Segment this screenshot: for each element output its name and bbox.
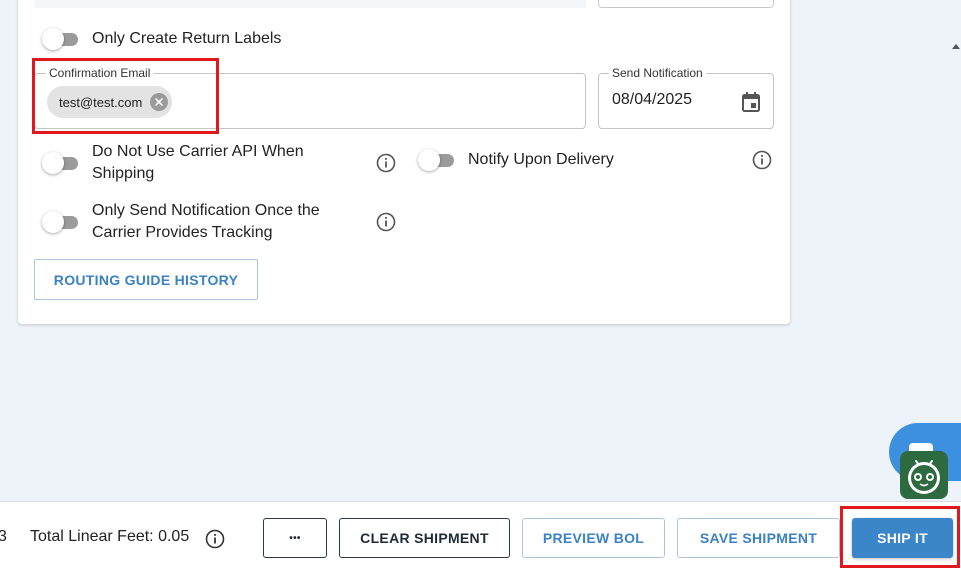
notify-tracking-label: Only Send Notification Once the Carrier … — [92, 202, 320, 241]
send-notification-date: 08/04/2025 — [612, 91, 693, 108]
info-icon[interactable] — [205, 529, 225, 549]
send-notification-label: Send Notification — [609, 66, 706, 80]
notify-tracking-toggle[interactable] — [42, 211, 80, 233]
footer-edge-text: 3 — [0, 528, 7, 545]
return-labels-toggle[interactable] — [42, 28, 80, 50]
info-icon[interactable] — [376, 212, 396, 232]
footer-bar: 3 Total Linear Feet: 0.05 ••• CLEAR SHIP… — [0, 501, 961, 570]
no-carrier-api-label: Do Not Use Carrier API When Shipping — [92, 143, 304, 182]
upper-field-remnant-right — [598, 0, 774, 8]
highlight-ship-it — [840, 506, 960, 568]
total-linear-feet: Total Linear Feet: 0.05 — [30, 528, 190, 545]
highlight-confirmation-email — [32, 58, 219, 134]
info-icon[interactable] — [376, 153, 396, 173]
more-options-button[interactable]: ••• — [263, 518, 327, 558]
notify-delivery-label: Notify Upon Delivery — [468, 151, 614, 168]
no-carrier-api-toggle[interactable] — [42, 152, 80, 174]
routing-guide-history-button[interactable]: ROUTING GUIDE HISTORY — [34, 259, 258, 300]
bot-icon[interactable] — [900, 451, 948, 499]
calendar-icon[interactable] — [741, 91, 761, 113]
clear-shipment-button[interactable]: CLEAR SHIPMENT — [339, 518, 510, 558]
upper-field-remnant — [34, 0, 586, 8]
send-notification-field[interactable]: Send Notification 08/04/2025 — [598, 66, 774, 129]
save-shipment-button[interactable]: SAVE SHIPMENT — [677, 518, 840, 558]
preview-bol-button[interactable]: PREVIEW BOL — [522, 518, 665, 558]
notify-delivery-toggle[interactable] — [418, 149, 456, 171]
scroll-up-arrow-icon[interactable] — [951, 42, 961, 50]
info-icon[interactable] — [752, 150, 772, 170]
return-labels-label: Only Create Return Labels — [92, 30, 282, 47]
